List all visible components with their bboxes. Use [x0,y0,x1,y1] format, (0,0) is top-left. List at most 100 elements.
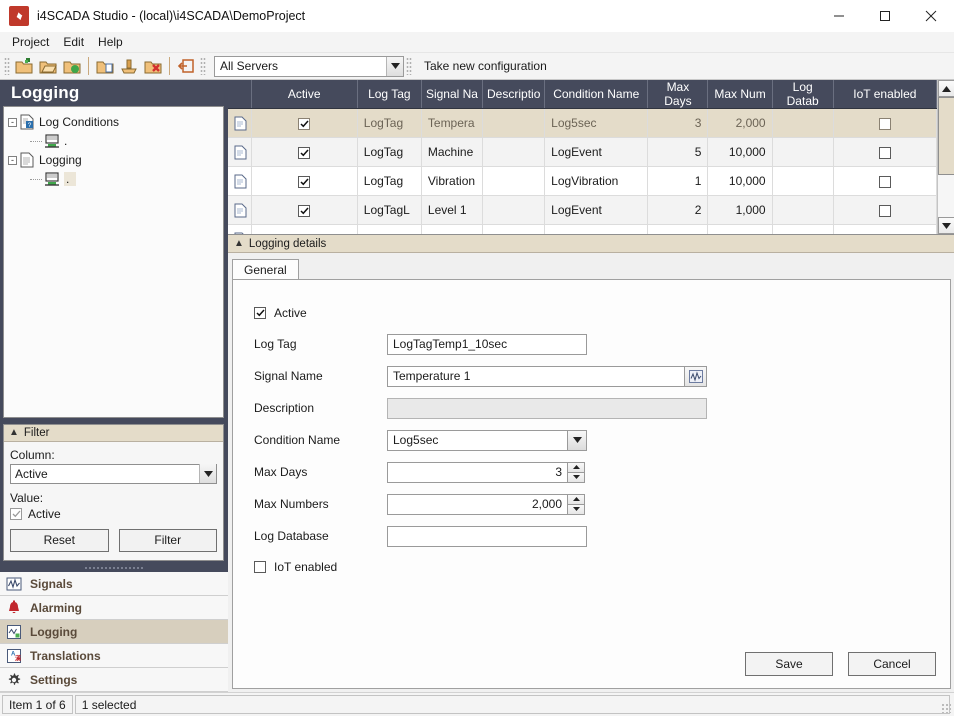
sidebar-item-translations[interactable]: A 漢 Translations [0,644,228,668]
log-tag-input[interactable]: LogTagTemp1_10sec [387,334,587,355]
col-active[interactable]: Active [251,80,357,109]
table-row[interactable]: LogTag T LogE 2 1,000 [228,225,937,235]
col-log-tag[interactable]: Log Tag [357,80,421,109]
save-button[interactable]: Save [745,652,833,676]
field-active[interactable]: Active [233,298,950,328]
description-input[interactable] [387,398,707,419]
checkbox-checked-icon [254,307,266,319]
table-row[interactable]: LogTagL Level 1 LogEvent 2 1,000 [228,196,937,225]
toolbar-grip-2[interactable] [200,57,206,75]
cell-iot-enabled[interactable] [833,225,936,235]
logging-grid[interactable]: Active Log Tag Signal Na Descriptio Cond… [228,80,937,234]
cell-iot-enabled[interactable] [833,138,936,167]
cell-iot-enabled[interactable] [833,167,936,196]
close-button[interactable] [908,0,954,32]
resize-grip[interactable] [941,703,951,713]
tree-node-log-conditions[interactable]: - ? Log Conditions [8,113,219,132]
server-select[interactable]: All Servers [214,56,404,77]
col-max-num[interactable]: Max Num [708,80,772,109]
tree-expander-icon[interactable]: - [8,156,17,165]
table-row[interactable]: LogTag Vibration LogVibration 1 10,000 [228,167,937,196]
upload-icon[interactable] [118,55,140,77]
filter-value-checkbox[interactable]: Active [10,507,217,521]
scroll-up-button[interactable] [938,80,954,97]
col-condition-name[interactable]: Condition Name [545,80,648,109]
cell-log-database [772,196,833,225]
minimize-button[interactable] [816,0,862,32]
delete-project-icon[interactable] [142,55,164,77]
menu-project[interactable]: Project [5,33,56,51]
cell-active[interactable] [251,109,357,138]
max-days-input[interactable]: 3 [387,462,567,483]
cell-signal-name: Tempera [421,109,482,138]
sidebar-item-signals[interactable]: Signals [0,572,228,596]
log-database-input[interactable] [387,526,587,547]
col-description[interactable]: Descriptio [483,80,545,109]
table-row[interactable]: LogTag Machine LogEvent 5 10,000 [228,138,937,167]
row-document-icon [234,203,247,218]
max-days-stepper[interactable]: 3 [387,462,585,483]
stepper-down-icon[interactable] [567,472,585,483]
sidebar-item-settings[interactable]: Settings [0,668,228,692]
max-numbers-stepper[interactable]: 2,000 [387,494,585,515]
field-iot-enabled[interactable]: IoT enabled [233,552,950,582]
sidebar-item-label: Logging [30,625,77,639]
toolbar-grip[interactable] [4,57,10,75]
scrollbar-track[interactable] [938,97,954,217]
menu-help[interactable]: Help [91,33,130,51]
new-project-icon[interactable] [13,55,35,77]
filter-section-header[interactable]: ▲ Filter [4,425,223,442]
cell-iot-enabled[interactable] [833,196,936,225]
cancel-button[interactable]: Cancel [848,652,936,676]
sidebar-item-logging[interactable]: Logging [0,620,228,644]
tree-node-logging[interactable]: - Logging [8,151,219,170]
tree-child-logging-server[interactable]: . [8,170,219,189]
chevron-down-icon[interactable] [386,57,403,76]
cell-active[interactable] [251,167,357,196]
col-log-database[interactable]: Log Datab [772,80,833,109]
cell-description [483,109,545,138]
col-signal-name[interactable]: Signal Na [421,80,482,109]
exit-icon[interactable] [175,55,197,77]
col-max-days[interactable]: Max Days [648,80,708,109]
open-project-icon[interactable] [37,55,59,77]
details-section-header[interactable]: ▲ Logging details [228,235,954,253]
tab-general[interactable]: General [232,259,299,280]
scroll-down-button[interactable] [938,217,954,234]
stepper-down-icon[interactable] [567,504,585,515]
save-project-icon[interactable] [61,55,83,77]
cell-active[interactable] [251,138,357,167]
import-icon[interactable] [94,55,116,77]
toolbar-grip-3[interactable] [406,57,412,75]
tree-node-label: Log Conditions [39,115,119,129]
reset-button[interactable]: Reset [10,529,109,552]
chevron-down-icon[interactable] [567,430,587,451]
cell-iot-enabled[interactable] [833,109,936,138]
chevron-down-icon[interactable] [199,464,216,483]
maximize-button[interactable] [862,0,908,32]
cell-log-tag: LogTag [357,167,421,196]
tree-expander-icon[interactable]: - [8,118,17,127]
nav-splitter-handle[interactable] [84,566,144,571]
max-numbers-input[interactable]: 2,000 [387,494,567,515]
condition-name-select[interactable]: Log5sec [387,430,587,451]
checkbox-checked-icon [298,205,310,217]
menu-edit[interactable]: Edit [56,33,91,51]
signal-picker-icon[interactable] [684,366,707,387]
cell-active[interactable] [251,196,357,225]
grid-vertical-scrollbar[interactable] [937,80,954,234]
navigation-tree[interactable]: - ? Log Conditions [3,106,224,418]
cell-active[interactable] [251,225,357,235]
take-new-configuration-button[interactable]: Take new configuration [424,59,547,73]
filter-column-select[interactable]: Active [10,464,217,484]
filter-button[interactable]: Filter [119,529,218,552]
stepper-up-icon[interactable] [567,462,585,472]
col-iot-enabled[interactable]: IoT enabled [833,80,936,109]
scrollbar-thumb[interactable] [938,97,954,175]
sidebar-item-alarming[interactable]: Alarming [0,596,228,620]
signal-name-input[interactable]: Temperature 1 [387,366,684,387]
table-row[interactable]: LogTag Tempera Log5sec 3 2,000 [228,109,937,138]
tree-child-log-conditions-server[interactable]: . [8,132,219,151]
stepper-up-icon[interactable] [567,494,585,504]
field-max-days-label: Max Days [254,465,387,479]
